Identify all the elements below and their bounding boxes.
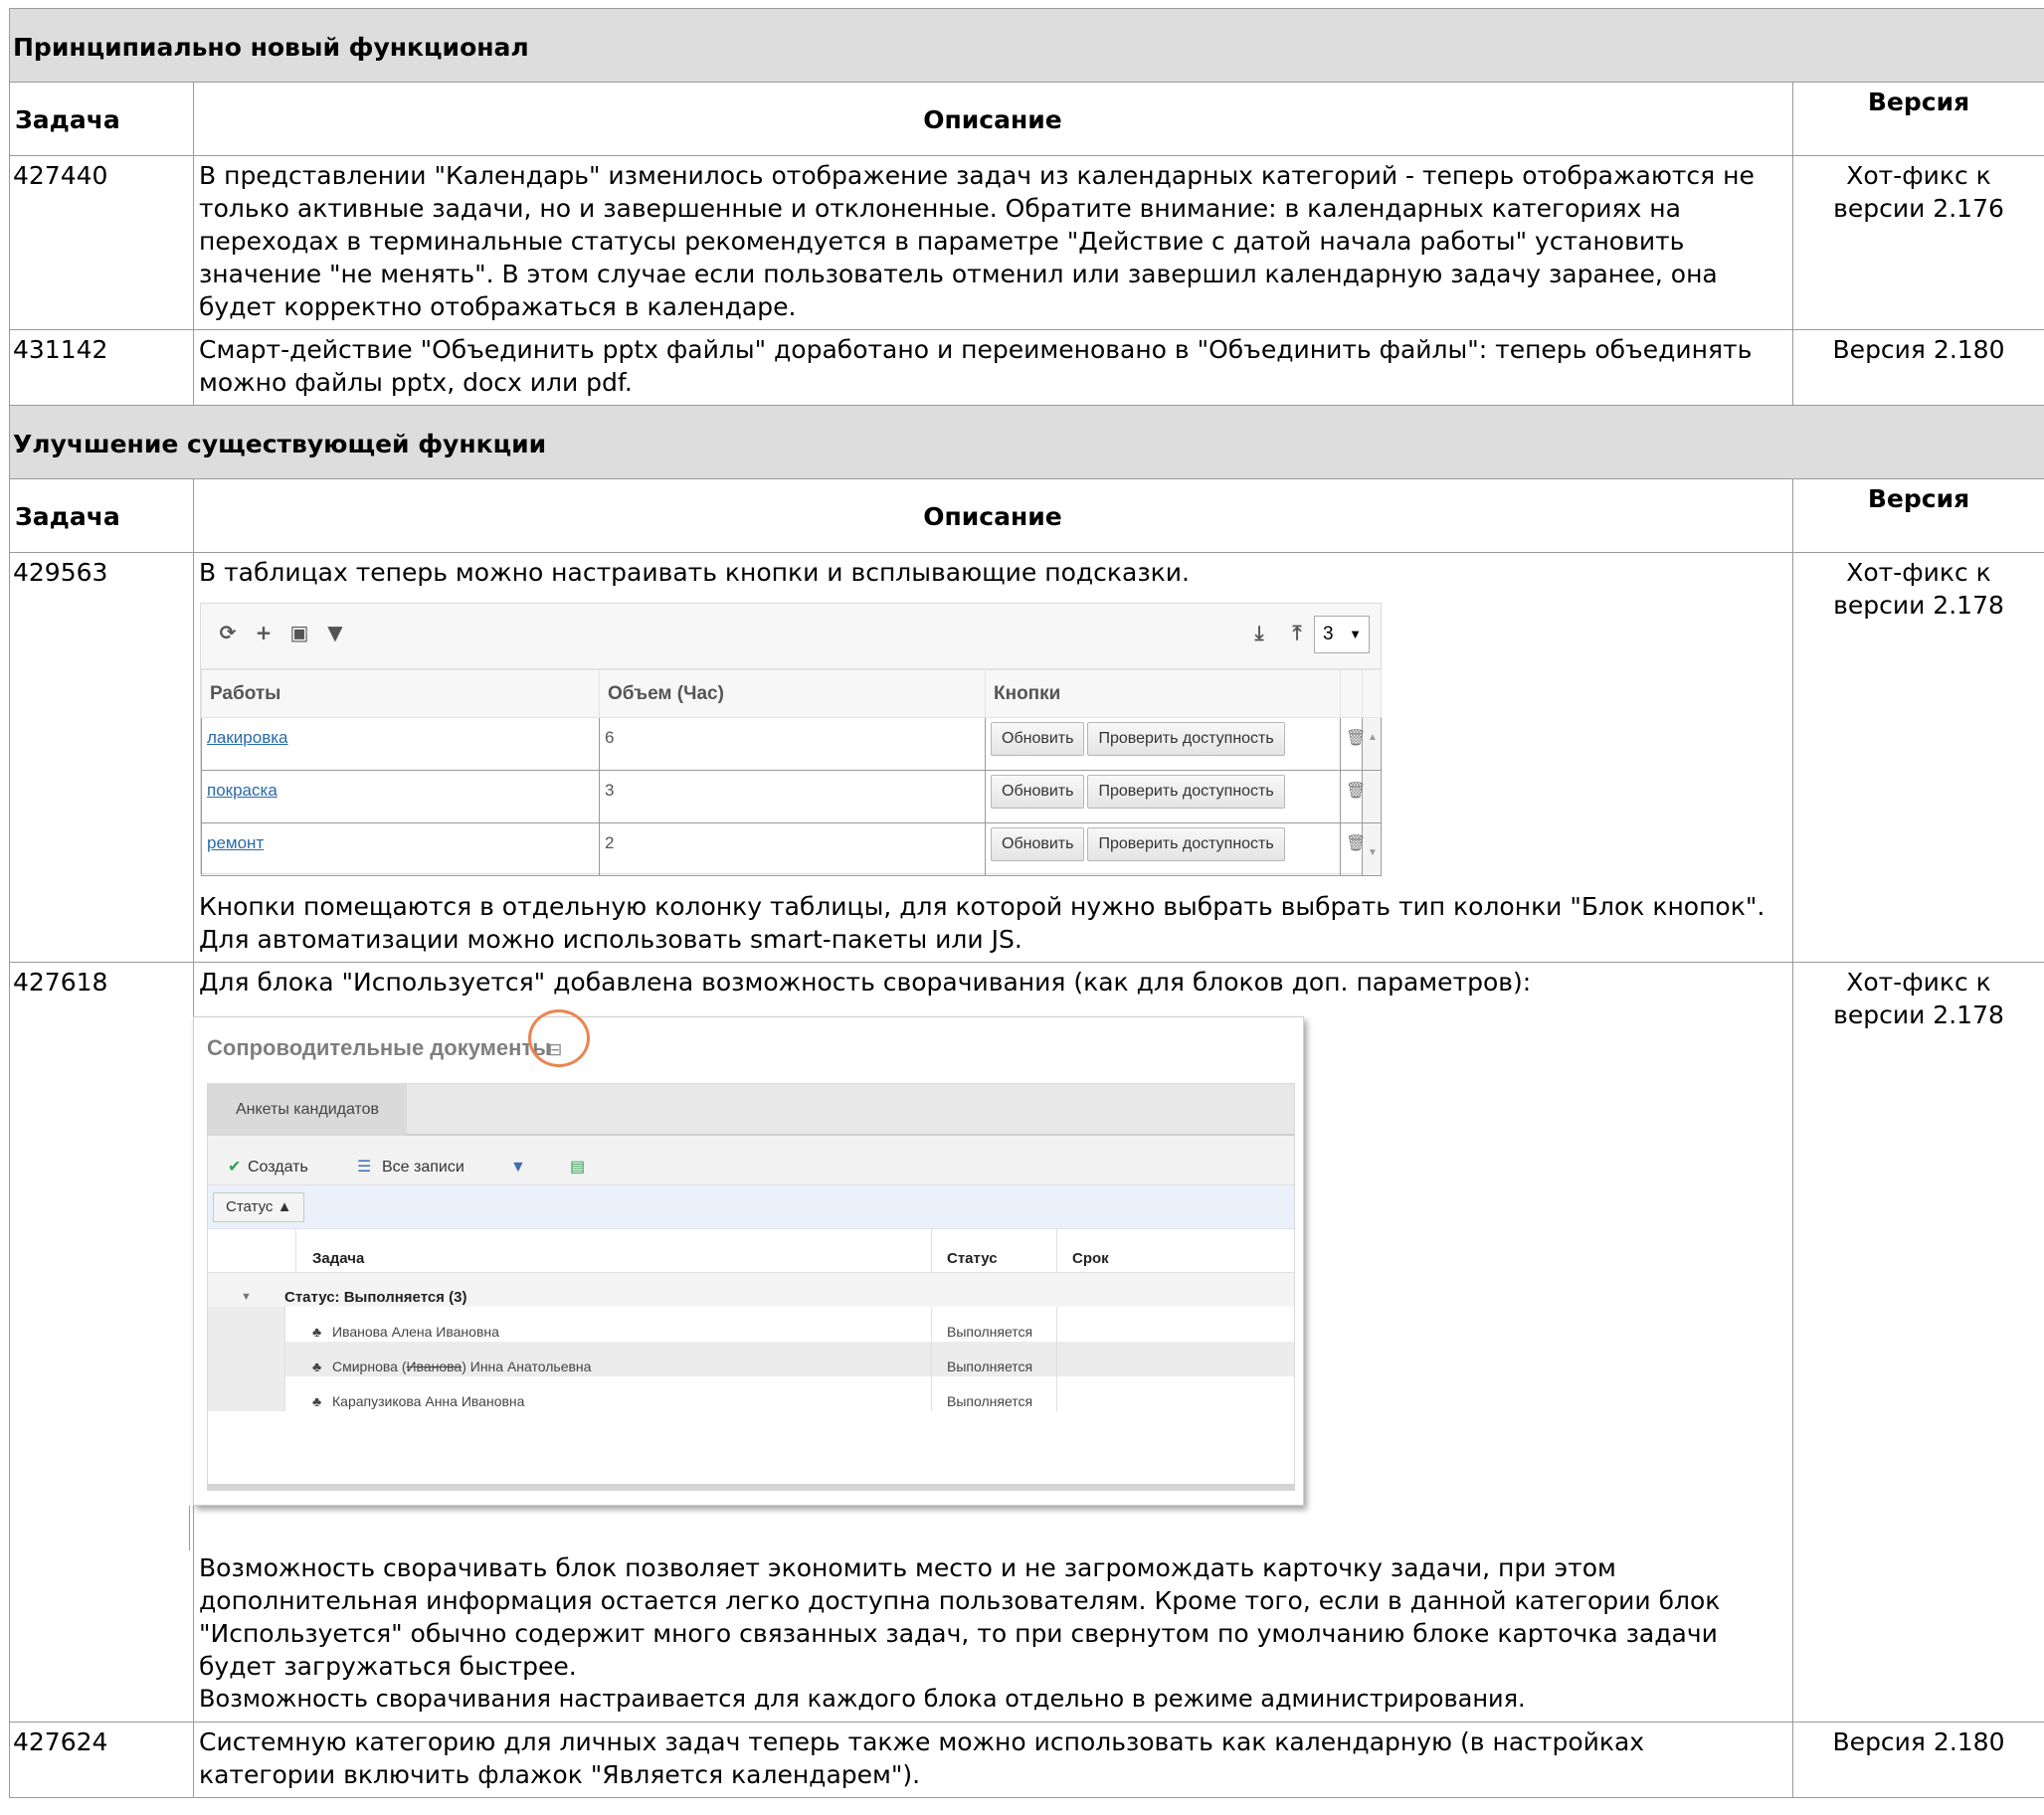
grid-row: покраска 3 Обновить Проверить доступность… — [201, 770, 1382, 823]
task-version: Хот-фикс к версии 2.176 — [1791, 155, 2044, 330]
task-id: 429563 — [9, 552, 194, 963]
plus-icon: + — [255, 621, 273, 644]
grid-row: ♣ Карапузикова Анна Ивановна Выполняется — [208, 1376, 1294, 1411]
grid-row: ♣ Смирнова (Иванова) Инна Анатольевна Вы… — [208, 1342, 1294, 1376]
grid-header-task: Задача — [312, 1250, 365, 1267]
task-description: Смарт-действие "Объединить pptx файлы" д… — [193, 329, 1793, 406]
grid-row: ремонт 2 Обновить Проверить доступность 🗑… — [201, 822, 1382, 876]
block-title: Сопроводительные документы — [207, 1035, 552, 1060]
task-version: Версия 2.180 — [1791, 329, 2044, 406]
update-button: Обновить — [991, 775, 1085, 809]
column-header-description: Описание — [193, 478, 1793, 553]
section-title-new-functionality: Принципиально новый функционал — [8, 8, 2044, 83]
task-description: Для блока "Используется" добавлена возмо… — [189, 962, 1793, 1723]
description-after: Кнопки помещаются в отдельную колонку та… — [199, 892, 1765, 954]
description-after-2: Возможность сворачивания настраивается д… — [199, 1685, 1526, 1713]
download-icon: ⤓ — [1254, 621, 1264, 644]
group-chip-status: Статус ▲ — [213, 1192, 305, 1222]
table-row: 427440 В представлении "Календарь" измен… — [9, 155, 2044, 330]
group-row: ▼ Статус: Выполняется (3) — [208, 1273, 1294, 1307]
grid-volume: 6 — [599, 717, 986, 771]
check-availability-button: Проверить доступность — [1087, 722, 1285, 756]
grid-header-volume: Объем (Час) — [599, 669, 986, 718]
tab-candidates: Анкеты кандидатов — [208, 1084, 407, 1136]
task-status: Выполняется — [947, 1393, 1033, 1409]
grid-work-link: ремонт — [201, 822, 600, 876]
section-title-improvements: Улучшение существующей функции — [8, 405, 2044, 479]
task-name: Карапузикова Анна Ивановна — [332, 1393, 525, 1409]
table-row: 427624 Системную категорию для личных за… — [9, 1722, 2044, 1798]
create-button: Создать — [248, 1159, 308, 1176]
excel-icon: ▤ — [570, 1159, 586, 1176]
update-button: Обновить — [991, 722, 1085, 756]
task-description: В представлении "Календарь" изменилось о… — [193, 155, 1793, 330]
grid-volume: 3 — [599, 770, 986, 823]
table-row: 427618 Для блока "Используется" добавлен… — [9, 962, 2044, 1723]
column-header-version: Версия — [1791, 82, 2044, 156]
task-id: 431142 — [9, 329, 194, 406]
grid-work-link: лакировка — [201, 717, 600, 771]
filter-icon: ▼ — [510, 1159, 526, 1176]
task-version: Хот-фикс к версии 2.178 — [1791, 552, 2044, 963]
filter-icon: ▼ — [327, 621, 343, 644]
save-icon: ▣ — [289, 621, 309, 644]
column-header-version: Версия — [1791, 478, 2044, 553]
org-icon: ♣ — [312, 1393, 322, 1409]
grid-header-work: Работы — [201, 669, 600, 718]
refresh-icon: ⟳ — [219, 621, 237, 644]
check-availability-button: Проверить доступность — [1087, 827, 1285, 861]
screenshot-buttons-table: ⟳ + ▣ ▼ ⤓ ⤒ 3 ▼ Работы Объем (Час) Кнопк… — [200, 603, 1382, 876]
check-availability-button: Проверить доступность — [1087, 775, 1285, 809]
task-description: В таблицах теперь можно настраивать кноп… — [193, 552, 1793, 963]
description-intro: Для блока "Используется" добавлена возмо… — [199, 968, 1532, 997]
task-version: Хот-фикс к версии 2.178 — [1791, 962, 2044, 1723]
column-header-task: Задача — [9, 82, 194, 156]
page-size-select: 3 ▼ — [1314, 616, 1370, 653]
column-header-task: Задача — [9, 478, 194, 553]
table-row: 431142 Смарт-действие "Объединить pptx ф… — [9, 329, 2044, 406]
grid-row: лакировка 6 Обновить Проверить доступност… — [201, 717, 1382, 771]
trash-icon: 🗑 — [1340, 770, 1366, 823]
release-notes-table: Принципиально новый функционал Задача Оп… — [8, 8, 2044, 1798]
trash-icon: 🗑 — [1340, 717, 1366, 771]
panel-toolbar: ✔ Создать ☰ Все записи ▼ ▤ — [208, 1136, 1294, 1185]
task-description: Системную категорию для личных задач теп… — [193, 1722, 1793, 1798]
grid-header-due: Срок — [1072, 1250, 1109, 1267]
grid-volume: 2 — [599, 822, 986, 876]
grid-header: Задача Статус Срок — [208, 1229, 1294, 1273]
task-id: 427618 — [9, 962, 194, 1723]
task-id: 427624 — [9, 1722, 194, 1798]
grid-row: ♣ Иванова Алена Ивановна Выполняется — [208, 1307, 1294, 1342]
list-icon: ☰ — [357, 1159, 372, 1176]
task-id: 427440 — [9, 155, 194, 330]
check-circle-icon: ✔ — [228, 1159, 242, 1176]
all-records-button: Все записи — [382, 1159, 465, 1176]
screenshot-collapsible-block: Сопроводительные документы ⊟ Анкеты канд… — [189, 1009, 1307, 1550]
screenshot-grid: Работы Объем (Час) Кнопки лакировка 6 Об… — [201, 669, 1382, 876]
grid-work-link: покраска — [201, 770, 600, 823]
screenshot-toolbar: ⟳ + ▣ ▼ ⤓ ⤒ 3 ▼ — [201, 604, 1381, 669]
update-button: Обновить — [991, 827, 1085, 861]
description-after: Возможность сворачивать блок позволяет э… — [199, 1553, 1721, 1681]
block-panel: Анкеты кандидатов ✔ Создать ☰ Все записи… — [207, 1083, 1295, 1491]
description-intro: В таблицах теперь можно настраивать кноп… — [199, 558, 1190, 587]
grid-header-status: Статус — [947, 1250, 998, 1267]
task-version: Версия 2.180 — [1791, 1722, 2044, 1798]
column-header-description: Описание — [193, 82, 1793, 156]
table-row: 429563 В таблицах теперь можно настраива… — [9, 552, 2044, 963]
trash-icon: 🗑 — [1340, 822, 1366, 876]
page-size-value: 3 — [1323, 624, 1334, 644]
grid-header-buttons: Кнопки — [985, 669, 1341, 718]
chevron-down-icon: ▼ — [1349, 627, 1362, 641]
grouping-bar: Статус ▲ — [208, 1185, 1294, 1229]
highlight-circle — [528, 1009, 590, 1067]
upload-icon: ⤒ — [1292, 621, 1302, 644]
